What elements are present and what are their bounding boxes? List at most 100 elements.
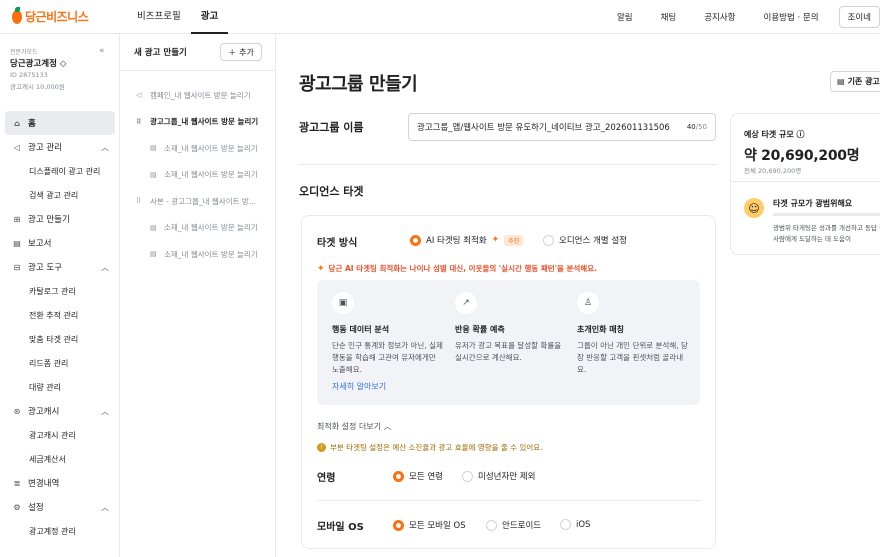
radio-exclude-minors[interactable]: 미성년자만 제외 bbox=[462, 470, 535, 482]
tree-item[interactable]: ◁ 캠페인_내 웹사이트 방문 늘리기 bbox=[136, 82, 272, 109]
tree-item-label: 소재_내 웹사이트 방문 늘리기 bbox=[164, 223, 258, 233]
grid-icon: ⠿ bbox=[136, 117, 142, 126]
trend-icon: ↗ bbox=[455, 292, 477, 314]
sidebar-item[interactable]: ⊛ 광고캐시 ︿ bbox=[5, 399, 115, 423]
sidebar-item-label: 리드폼 관리 bbox=[29, 358, 69, 368]
sidebar-item[interactable]: ⌂ 홈 bbox=[5, 111, 115, 135]
chevron-up-icon[interactable]: ︿ bbox=[101, 142, 109, 153]
existing-ad-button[interactable]: ▤ 기존 광고 bbox=[830, 71, 880, 92]
help-link[interactable]: 이용방법 · 문의 bbox=[764, 11, 819, 23]
account-id: ID 2875133 bbox=[10, 71, 48, 79]
sidebar-item-label: 전환 추적 관리 bbox=[29, 310, 79, 320]
group-name-value: 광고그룹_앱/웹사이트 방문 유도하기_네이티브 광고_202601131506 bbox=[417, 123, 670, 133]
feature-prediction: ↗ 반응 확률 예측 유저가 광고 목표를 달성할 확률을 실시간으로 계산해요… bbox=[455, 292, 567, 364]
learn-more-link[interactable]: 자세히 알아보기 bbox=[332, 381, 386, 392]
clipboard-icon: ▤ bbox=[837, 77, 845, 86]
tree-item[interactable]: ⠿ 사본 - 광고그룹_내 웹사이트 방... bbox=[136, 188, 272, 215]
tree-item[interactable]: ▤ 소재_내 웹사이트 방문 늘리기 bbox=[136, 241, 272, 268]
chevron-up-icon[interactable]: ︿ bbox=[101, 502, 109, 513]
divider bbox=[731, 181, 880, 182]
plus-square-icon: ⊞ bbox=[13, 214, 21, 224]
chevron-up-icon[interactable]: ︿ bbox=[101, 262, 109, 273]
tree-item[interactable]: ▤ 소재_내 웹사이트 방문 늘리기 bbox=[136, 135, 272, 162]
radio-all-ages[interactable]: 모든 연령 bbox=[393, 470, 443, 482]
top-right-links: 알림 채팅 공지사항 이용방법 · 문의 조이네 bbox=[589, 0, 880, 34]
radio-ai-targeting[interactable]: AI 타겟팅 최적화 ✦ 추천 bbox=[410, 234, 524, 246]
add-button-label: 추가 bbox=[239, 47, 254, 57]
tree-item-label: 캠페인_내 웹사이트 방문 늘리기 bbox=[150, 90, 251, 100]
logo[interactable]: 당근비즈니스 bbox=[12, 6, 89, 25]
radio-all-os[interactable]: 모든 모바일 OS bbox=[393, 519, 466, 531]
tree-item-label: 광고그룹_내 웹사이트 방문 늘리기 bbox=[150, 117, 259, 127]
notifications-link[interactable]: 알림 bbox=[617, 11, 633, 23]
feature-title: 행동 데이터 분석 bbox=[332, 325, 390, 334]
sidebar-item[interactable]: 세금계산서 bbox=[5, 447, 115, 471]
sidebar-item[interactable]: ≣ 변경내역 bbox=[5, 471, 115, 495]
sidebar-item[interactable]: 광고캐시 관리 bbox=[5, 423, 115, 447]
sidebar-item[interactable]: 대량 관리 bbox=[5, 375, 115, 399]
radio-indicator bbox=[560, 519, 571, 530]
sidebar-item[interactable]: 전환 추적 관리 bbox=[5, 303, 115, 327]
sidebar-item[interactable]: ⊞ 광고 만들기 bbox=[5, 207, 115, 231]
carrot-logo-icon bbox=[12, 6, 22, 24]
sidebar-item-label: 디스플레이 광고 관리 bbox=[29, 166, 101, 176]
sparkle-icon: ✦ bbox=[317, 263, 325, 274]
sidebar-menu: ⌂ 홈 ◁ 광고 관리 ︿ 디스플레이 광고 관리검색 광고 관리 ⊞ 광고 만들기 ▤ 보고서 ⊟… bbox=[5, 111, 115, 543]
sidebar-item[interactable]: ⊟ 광고 도구 ︿ bbox=[5, 255, 115, 279]
report-icon: ▤ bbox=[13, 238, 21, 248]
sidebar-item-label: 설정 bbox=[28, 503, 44, 513]
target-size-bar bbox=[773, 213, 880, 216]
sidebar-item-label: 세금계산서 bbox=[29, 454, 66, 464]
radio-android[interactable]: 안드로이드 bbox=[486, 519, 541, 531]
nav-ads[interactable]: 광고 bbox=[190, 0, 229, 34]
char-counter: 40/50 bbox=[687, 123, 707, 131]
smile-emoji-icon: ☺ bbox=[744, 198, 764, 218]
radio-label: 안드로이드 bbox=[502, 521, 542, 531]
history-icon: ≣ bbox=[13, 478, 21, 488]
sidebar-item[interactable]: 광고계정 관리 bbox=[5, 519, 115, 543]
sidebar-item[interactable]: ▤ 보고서 bbox=[5, 231, 115, 255]
notice-link[interactable]: 공지사항 bbox=[704, 11, 735, 23]
radio-ios[interactable]: iOS bbox=[560, 519, 590, 530]
sidebar-item-label: 검색 광고 관리 bbox=[29, 190, 79, 200]
tree-item-label: 소재_내 웹사이트 방문 늘리기 bbox=[164, 170, 258, 180]
radio-indicator bbox=[543, 234, 554, 246]
divider bbox=[317, 500, 700, 501]
tree-panel-title: 새 광고 만들기 bbox=[134, 48, 187, 58]
nav-bizprofile[interactable]: 비즈프로필 bbox=[127, 0, 191, 34]
chat-link[interactable]: 채팅 bbox=[661, 11, 677, 23]
target-size-desc: 광범위 타게팅은 성과를 개선하고 동답 큰 더 많은 사람에게 도달하는 데 … bbox=[773, 224, 880, 243]
sidebar-item[interactable]: 맞춤 타겟 관리 bbox=[5, 327, 115, 351]
optimization-settings-toggle[interactable]: 최적화 설정 더보기 ︿ bbox=[317, 421, 392, 432]
sidebar-item[interactable]: 카탈로그 관리 bbox=[5, 279, 115, 303]
radio-label: AI 타겟팅 최적화 bbox=[426, 236, 487, 246]
radio-indicator bbox=[393, 519, 404, 531]
tree-item[interactable]: ▤ 소재_내 웹사이트 방문 늘리기 bbox=[136, 162, 272, 189]
feature-desc: 단순 인구 통계와 정보가 아닌, 실제 행동을 학습해 고관여 유저에게만 노… bbox=[332, 341, 443, 374]
tree-item[interactable]: ⠿ 광고그룹_내 웹사이트 방문 늘리기 bbox=[136, 109, 272, 136]
target-size-card: 예상 타겟 규모 ⓘ 약 20,690,200명 전체 20,690,200명 … bbox=[730, 113, 880, 255]
ad-tree-panel: 새 광고 만들기 ＋ 추가 ◁ 캠페인_내 웹사이트 방문 늘리기 ⠿ 광고그룹_내 … bbox=[120, 34, 276, 557]
megaphone-icon: ◁ bbox=[13, 142, 21, 152]
sidebar-item-label: 보고서 bbox=[28, 239, 52, 249]
feature-matching: ♙ 초개인화 매칭 그룹이 아닌 개인 단위로 분석해, 당장 반응할 고객을 … bbox=[577, 292, 689, 376]
sidebar-item[interactable]: ◁ 광고 관리 ︿ bbox=[5, 135, 115, 159]
chevron-up-icon[interactable]: ︿ bbox=[101, 406, 109, 417]
target-method-label: 타겟 방식 bbox=[317, 238, 358, 249]
account-mode-label: 전문가모드 bbox=[10, 49, 38, 56]
radio-label: 미성년자만 제외 bbox=[478, 472, 536, 482]
add-button[interactable]: ＋ 추가 bbox=[220, 43, 262, 61]
sidebar-item[interactable]: 리드폼 관리 bbox=[5, 351, 115, 375]
account-button[interactable]: 조이네 bbox=[838, 6, 880, 28]
radio-manual-audience[interactable]: 오디언스 개별 설정 bbox=[543, 234, 627, 246]
tree-item[interactable]: ▤ 소재_내 웹사이트 방문 늘리기 bbox=[136, 215, 272, 242]
sidebar-item[interactable]: 검색 광고 관리 bbox=[5, 183, 115, 207]
account-name[interactable]: 당근광고계정 ◇ bbox=[10, 57, 66, 69]
sidebar-item[interactable]: 디스플레이 광고 관리 bbox=[5, 159, 115, 183]
group-name-input[interactable]: 광고그룹_앱/웹사이트 방문 유도하기_네이티브 광고_202601131506… bbox=[408, 113, 716, 141]
tree-item-label: 소재_내 웹사이트 방문 늘리기 bbox=[164, 249, 258, 259]
sidebar-item[interactable]: ⚙ 설정 ︿ bbox=[5, 495, 115, 519]
plus-icon: ＋ bbox=[228, 47, 237, 57]
mobile-os-label: 모바일 OS bbox=[317, 522, 364, 533]
collapse-sidebar-icon[interactable]: « bbox=[99, 46, 105, 56]
